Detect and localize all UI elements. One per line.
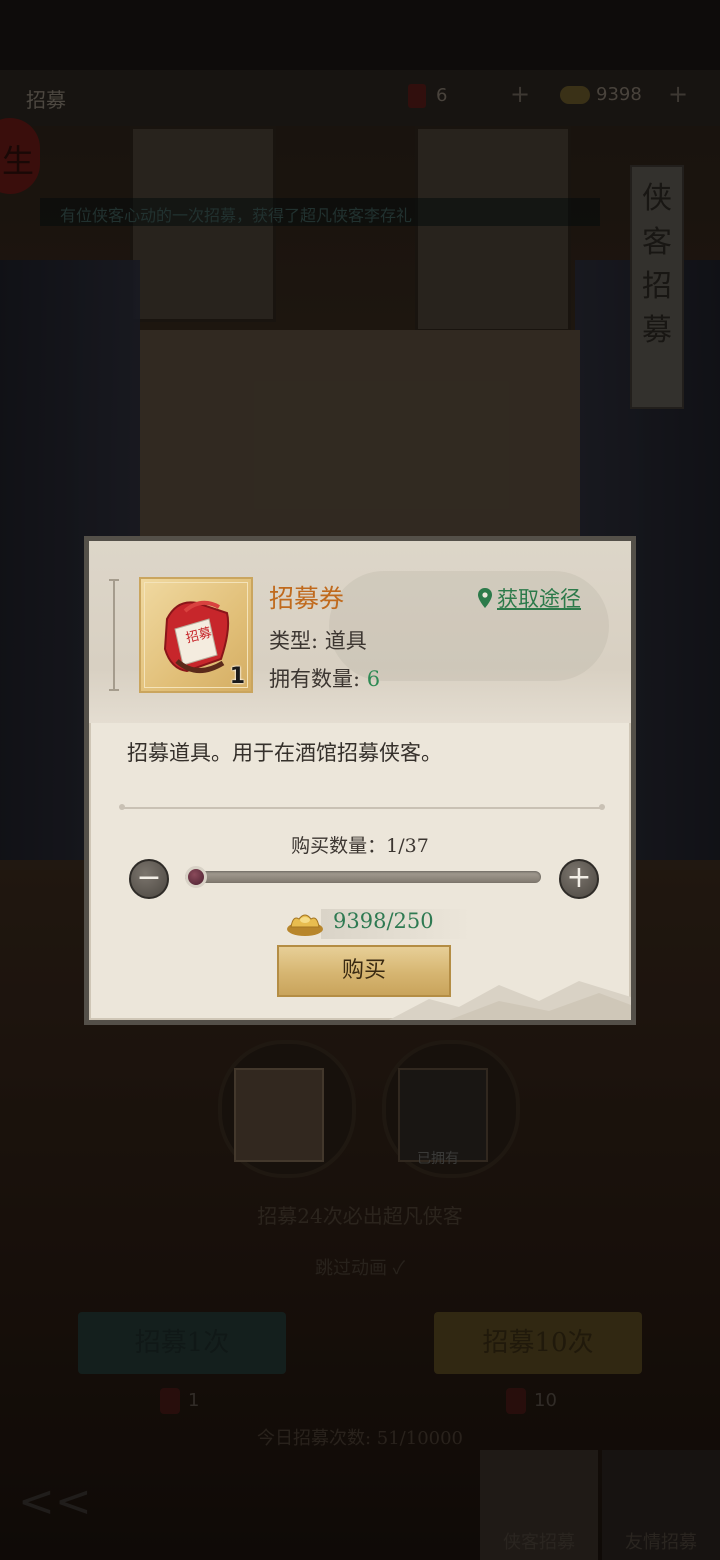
owned-label: 拥有数量: [269,667,367,691]
item-purchase-dialog: 招募 1 招募券 类型: 道具 拥有数量: 6 获取途径 招募道具。用于在酒馆招… [84,536,636,1025]
dialog-panel: 招募 1 招募券 类型: 道具 拥有数量: 6 获取途径 招募道具。用于在酒馆招… [89,541,631,1020]
decorative-rail [109,579,119,691]
quantity-slider[interactable] [185,871,541,883]
obtain-source-link[interactable]: 获取途径 [473,581,581,615]
decrease-quantity-button[interactable]: − [129,859,169,899]
obtain-source-label: 获取途径 [497,587,581,611]
gold-ingot-icon [287,914,323,936]
divider [119,804,605,810]
item-owned-count: 拥有数量: 6 [269,663,380,693]
increase-quantity-button[interactable]: + [559,859,599,899]
location-pin-icon [478,588,492,608]
item-name: 招募券 [269,584,345,613]
owned-value: 6 [366,667,381,691]
mountain-decoration [389,981,631,1020]
buy-quantity-label: 购买数量：1/37 [291,835,429,857]
price-value: 9398/250 [333,909,434,933]
quantity-slider-handle[interactable] [185,866,207,888]
item-description: 招募道具。用于在酒馆招募侠客。 [127,741,442,765]
recruit-ticket-icon: 招募 [163,600,230,673]
item-quantity-badge: 1 [229,664,245,689]
item-type: 类型: 道具 [269,629,367,653]
item-slot: 招募 1 [139,577,253,693]
